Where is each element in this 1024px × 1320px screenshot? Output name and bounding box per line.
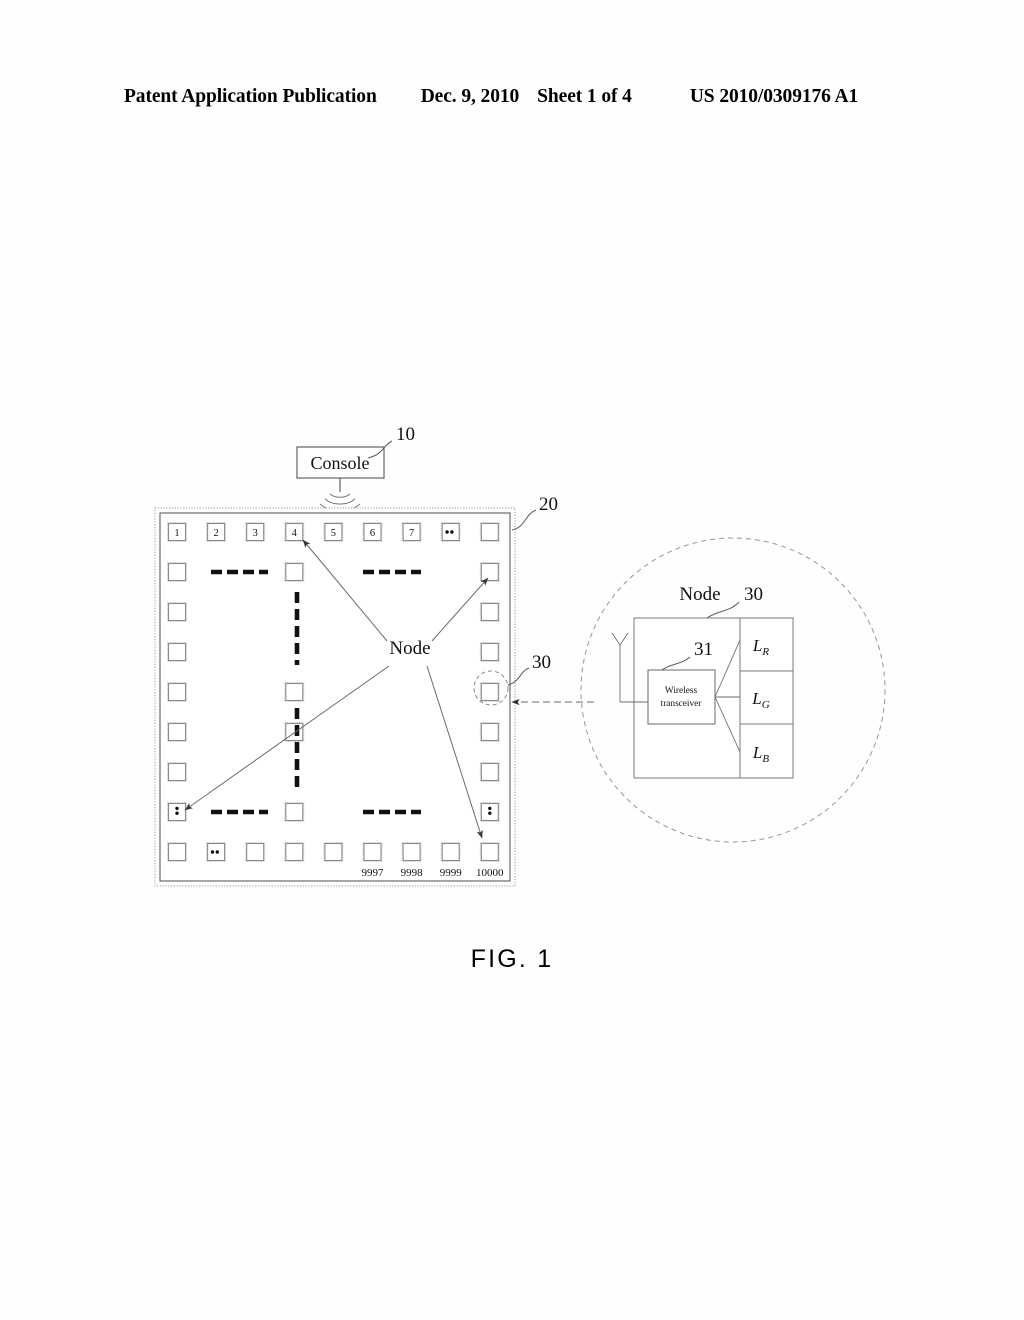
led-red-sub: R	[761, 646, 769, 658]
node-cell[interactable]	[167, 842, 187, 862]
node-cell[interactable]	[479, 802, 500, 822]
detail-title-label: Node	[679, 584, 720, 605]
node-cell[interactable]	[167, 602, 187, 622]
led-green-cell	[739, 670, 794, 725]
detail-node-ref-label: 30	[744, 584, 763, 605]
led-red-cell	[739, 617, 794, 672]
node-cell[interactable]	[167, 562, 187, 582]
ellipsis-dot	[488, 811, 492, 815]
node-cell[interactable]	[167, 802, 187, 822]
node-30-ref-label: 30	[532, 652, 551, 673]
ellipsis-dot	[175, 806, 179, 811]
node-cell-number: 5	[331, 528, 336, 539]
ellipsis-dot	[210, 850, 215, 854]
figure-1-drawing: Console 10 20 1 2 3 4 5 6 7 9997 9998 9999 10000	[154, 424, 886, 887]
node-cell[interactable]	[245, 842, 266, 862]
detail-view-group: Node 30 LR LG LB Wireless transceiver 31	[580, 537, 886, 843]
led-green-base: L	[751, 689, 761, 708]
node-cell[interactable]	[284, 682, 305, 702]
ellipsis-dot	[450, 530, 454, 534]
led-blue-sub: B	[762, 753, 769, 765]
led-blue-base: L	[752, 743, 762, 762]
node-cell[interactable]	[479, 602, 500, 622]
node-cell[interactable]: 1	[167, 522, 187, 542]
led-blue-cell	[739, 723, 794, 779]
console-ref-label: 10	[396, 424, 415, 445]
node-center-label: Node	[389, 638, 430, 659]
node-cell[interactable]	[479, 722, 500, 742]
node-cell[interactable]	[479, 522, 500, 542]
transceiver-label-line2: transceiver	[661, 699, 703, 709]
ellipsis-dot	[175, 811, 179, 815]
node-cell[interactable]: 3	[245, 522, 266, 542]
panel-outer-frame	[154, 507, 516, 887]
node-cell[interactable]	[167, 682, 187, 702]
led-red-base: L	[752, 636, 762, 655]
panel-ref-label: 20	[539, 494, 558, 515]
node-cell[interactable]: 4	[284, 522, 305, 542]
ellipsis-dot	[215, 850, 219, 854]
bottom-column-number: 9997	[362, 867, 385, 879]
wireless-transceiver-box	[647, 669, 716, 725]
node-cell[interactable]	[479, 682, 500, 702]
node-cell[interactable]: 6	[362, 522, 383, 542]
node-cell[interactable]	[479, 642, 500, 662]
node-cell[interactable]	[362, 842, 383, 862]
transceiver-label-line1: Wireless	[665, 686, 698, 696]
node-cell[interactable]	[284, 842, 305, 862]
bottom-column-number: 9998	[401, 867, 424, 879]
node-cell[interactable]	[323, 842, 344, 862]
node-cell-number: 4	[292, 528, 298, 539]
node-cell[interactable]	[401, 842, 422, 862]
patent-page: Patent Application Publication Dec. 9, 2…	[0, 0, 1024, 1320]
bottom-column-number: 9999	[440, 867, 463, 879]
node-cell[interactable]	[479, 842, 500, 862]
node-cell-number: 6	[370, 528, 375, 539]
console-group: Console 10	[296, 424, 415, 512]
panel-leader-line	[511, 509, 537, 531]
figure-caption: FIG. 1	[470, 945, 554, 973]
node-cell[interactable]	[167, 642, 187, 662]
node-cell[interactable]	[284, 802, 305, 822]
node-cell[interactable]	[284, 722, 305, 742]
node-cell[interactable]	[167, 762, 187, 782]
node-cell[interactable]	[440, 842, 461, 862]
node-cell[interactable]	[206, 842, 227, 862]
node-cell-number: 2	[213, 528, 218, 539]
node-cell[interactable]	[479, 562, 500, 582]
node-cell-number: 1	[174, 528, 179, 539]
node-cell-number: 7	[409, 528, 414, 539]
transceiver-ref-label: 31	[694, 639, 713, 660]
wireless-waves-icon	[319, 478, 361, 512]
node-cell-number: 3	[253, 528, 258, 539]
node-cell[interactable]: 5	[323, 522, 344, 542]
node-cell[interactable]	[167, 722, 187, 742]
ellipsis-dot	[488, 806, 492, 811]
node-cell[interactable]	[440, 522, 461, 542]
console-label: Console	[310, 453, 369, 473]
node-cell[interactable]	[284, 562, 305, 582]
ellipsis-dot	[445, 530, 449, 534]
node-cell[interactable]: 7	[401, 522, 422, 542]
bottom-column-number: 10000	[476, 867, 504, 879]
led-green-sub: G	[762, 699, 770, 711]
node-cell[interactable]	[479, 762, 500, 782]
node-cell[interactable]: 2	[206, 522, 227, 542]
